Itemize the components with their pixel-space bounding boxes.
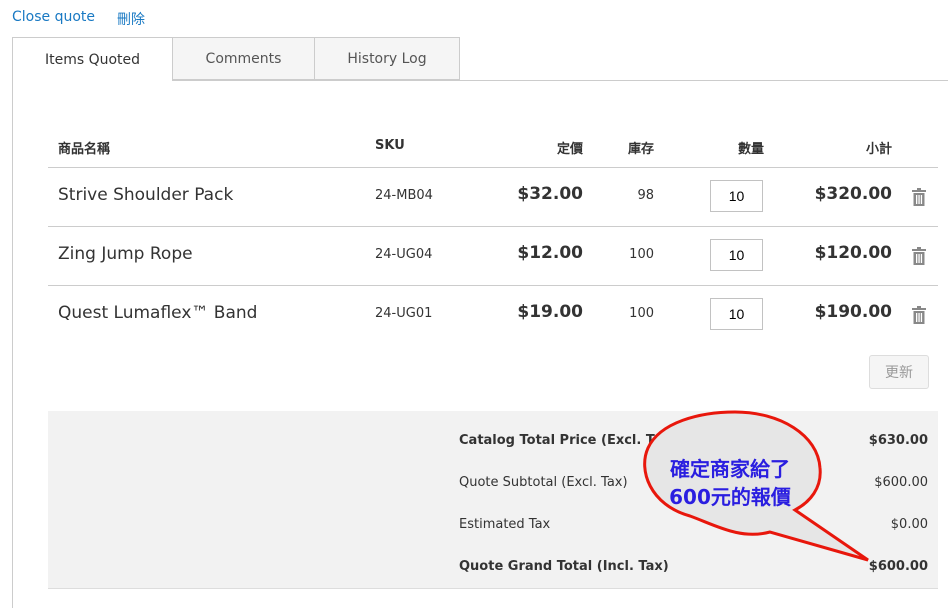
header-sku: SKU [375, 138, 405, 153]
product-name: Zing Jump Rope [58, 244, 193, 264]
total-value: $0.00 [890, 517, 928, 532]
trash-icon[interactable] [911, 188, 927, 206]
total-label: Estimated Tax [459, 517, 551, 532]
product-sku: 24-UG04 [375, 247, 433, 262]
tab-items-quoted[interactable]: Items Quoted [12, 37, 173, 81]
header-name: 商品名稱 [58, 142, 111, 157]
product-stock: 98 [637, 188, 654, 203]
product-price: $32.00 [517, 184, 583, 204]
product-price: $12.00 [517, 243, 583, 263]
product-subtotal: $320.00 [814, 184, 892, 204]
header-qty: 數量 [737, 142, 764, 157]
product-name: Quest Lumaflex™ Band [58, 303, 258, 323]
callout-text: 確定商家給了 600元的報價 [640, 455, 820, 511]
product-sku: 24-UG01 [375, 306, 433, 321]
update-button[interactable]: 更新 [869, 355, 929, 389]
trash-icon[interactable] [911, 306, 927, 324]
total-value: $600.00 [874, 475, 928, 490]
header-subtotal: 小計 [865, 142, 892, 157]
tab-history-log[interactable]: History Log [314, 37, 460, 80]
product-price: $19.00 [517, 302, 583, 322]
close-quote-link[interactable]: Close quote [12, 9, 95, 25]
tab-comments[interactable]: Comments [172, 37, 315, 80]
product-stock: 100 [629, 306, 654, 321]
divider [48, 226, 938, 227]
product-sku: 24-MB04 [375, 188, 433, 203]
delete-link[interactable]: 刪除 [117, 9, 145, 29]
trash-icon[interactable] [911, 247, 927, 265]
divider [48, 285, 938, 286]
panel-border [12, 80, 13, 608]
quantity-input[interactable] [710, 298, 763, 330]
callout-line2: 600元的報價 [669, 485, 791, 509]
quantity-input[interactable] [710, 239, 763, 271]
product-name: Strive Shoulder Pack [58, 185, 234, 205]
header-price: 定價 [556, 142, 583, 157]
product-subtotal: $120.00 [814, 243, 892, 263]
header-stock: 庫存 [627, 142, 654, 157]
divider [48, 167, 938, 168]
quantity-input[interactable] [710, 180, 763, 212]
product-stock: 100 [629, 247, 654, 262]
callout-line1: 確定商家給了 [670, 457, 790, 481]
product-subtotal: $190.00 [814, 302, 892, 322]
total-label: Quote Subtotal (Excl. Tax) [459, 475, 628, 490]
